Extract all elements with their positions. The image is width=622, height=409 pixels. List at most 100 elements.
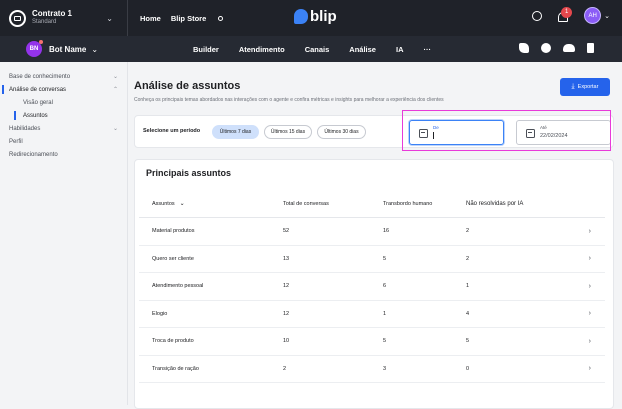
chevron-down-icon[interactable]: ⌄ bbox=[604, 12, 610, 20]
table-cell: 2 bbox=[466, 228, 470, 235]
tab-analise[interactable]: Análise bbox=[349, 45, 376, 54]
table-row[interactable]: Troca de produto 10 5 5 › bbox=[139, 328, 605, 356]
bot-nav: Builder Atendimento Canais Análise IA ··… bbox=[193, 36, 451, 62]
team-icon[interactable] bbox=[563, 44, 575, 52]
chevron-right-icon[interactable]: › bbox=[566, 228, 605, 235]
tab-builder[interactable]: Builder bbox=[193, 45, 219, 54]
table-cell: Troca de produto bbox=[152, 338, 194, 345]
table-cell: 2 bbox=[466, 255, 470, 262]
help-icon[interactable] bbox=[532, 10, 543, 21]
date-to-field[interactable]: Até 22/02/2024 bbox=[516, 120, 611, 145]
period-filter: Selecione um período Últimos 7 dias Últi… bbox=[134, 115, 614, 148]
table-row[interactable]: Transição de ração 2 3 0 › bbox=[139, 356, 605, 383]
bot-avatar[interactable]: BN bbox=[26, 40, 43, 57]
export-button[interactable]: ⤓ Exportar bbox=[560, 78, 610, 96]
page-description: Conheça os principais temas abordados na… bbox=[134, 97, 444, 103]
chevron-down-icon: ⌄ bbox=[106, 13, 113, 23]
main-content: Análise de assuntos Conheça os principai… bbox=[128, 62, 622, 409]
sidebar-item-label: Base de conhecimento bbox=[9, 73, 71, 80]
table-cell: Elogio bbox=[152, 310, 168, 317]
table-title: Principais assuntos bbox=[146, 168, 232, 178]
table-cell: 1 bbox=[466, 283, 470, 290]
table-cell: 0 bbox=[466, 365, 470, 372]
table-cell: Quero ser cliente bbox=[152, 255, 194, 262]
bot-bar: BN Bot Name ⌄ Builder Atendimento Canais… bbox=[0, 36, 622, 62]
date-to-label: Até bbox=[540, 125, 547, 130]
tab-canais[interactable]: Canais bbox=[305, 45, 330, 54]
sidebar-item-label: Perfil bbox=[9, 138, 23, 145]
table-cell: 52 bbox=[283, 228, 290, 235]
bot-name[interactable]: Bot Name bbox=[49, 45, 86, 54]
table-cell: 4 bbox=[466, 310, 470, 317]
tab-atendimento[interactable]: Atendimento bbox=[239, 45, 285, 54]
date-from-field[interactable]: De bbox=[409, 120, 504, 145]
calendar-icon bbox=[526, 129, 535, 138]
table-cell: 1 bbox=[383, 310, 387, 317]
user-avatar[interactable]: AH bbox=[584, 7, 602, 24]
table-body: Material produtos 52 16 2 › Quero ser cliente… bbox=[139, 218, 605, 383]
export-label: Exportar bbox=[577, 84, 599, 90]
header-label: Assuntos bbox=[152, 201, 175, 207]
header-assuntos[interactable]: Assuntos ⌄ bbox=[139, 200, 283, 207]
table-row[interactable]: Elogio 12 1 4 › bbox=[139, 301, 605, 328]
extensions-icon[interactable] bbox=[519, 43, 529, 53]
blip-logo[interactable]: blip bbox=[294, 8, 337, 25]
table-cell: 10 bbox=[283, 338, 290, 345]
period-label: Selecione um período bbox=[143, 128, 201, 134]
chevron-right-icon[interactable]: › bbox=[566, 283, 605, 290]
table-row[interactable]: Material produtos 52 16 2 › bbox=[139, 218, 605, 246]
contract-name: Contrato 1 bbox=[32, 9, 72, 18]
top-bar: Contrato 1 Standard ⌄ Home Blip Store bl… bbox=[0, 0, 622, 36]
table-cell: 5 bbox=[383, 255, 387, 262]
sidebar-item-label: Redirecionamento bbox=[9, 151, 58, 158]
notification-badge: 1 bbox=[561, 6, 573, 18]
contract-plan: Standard bbox=[32, 19, 57, 25]
text-cursor bbox=[433, 132, 434, 139]
contract-icon bbox=[9, 9, 26, 27]
brand-name: blip bbox=[310, 8, 337, 25]
sidebar-item-base-de-conhecimento[interactable]: Base de conhecimento ⌄ bbox=[0, 70, 127, 83]
header-nao-resolvidas: Não resolvidas por IA bbox=[466, 200, 524, 207]
table-cell: 13 bbox=[283, 255, 290, 262]
table-cell: 12 bbox=[283, 283, 290, 290]
chevron-right-icon[interactable]: › bbox=[566, 255, 605, 262]
sidebar-item-perfil[interactable]: Perfil bbox=[0, 135, 127, 148]
chevron-down-icon[interactable]: ⌄ bbox=[91, 45, 98, 54]
chip-7-days[interactable]: Últimos 7 dias bbox=[212, 125, 259, 139]
table-cell: 5 bbox=[466, 338, 470, 345]
sidebar-item-assuntos[interactable]: Assuntos bbox=[0, 109, 127, 122]
header-total: Total de conversas bbox=[283, 200, 329, 207]
table-cell: 2 bbox=[283, 365, 287, 372]
trash-icon[interactable] bbox=[587, 43, 594, 53]
topics-table: Assuntos ⌄ Total de conversas Transbordo … bbox=[139, 190, 605, 383]
chevron-right-icon[interactable]: › bbox=[566, 338, 605, 345]
nav-blip-store[interactable]: Blip Store bbox=[171, 14, 224, 23]
tab-ia[interactable]: IA bbox=[396, 45, 404, 54]
table-row[interactable]: Quero ser cliente 13 5 2 › bbox=[139, 246, 605, 273]
sidebar-item-label: Análise de conversas bbox=[9, 86, 67, 93]
calendar-icon bbox=[419, 129, 428, 138]
date-from-label: De bbox=[433, 125, 439, 130]
chevron-down-icon: ⌄ bbox=[112, 74, 118, 80]
sidebar: Base de conhecimento ⌄ Análise de conver… bbox=[0, 62, 128, 405]
chevron-right-icon[interactable]: › bbox=[566, 365, 605, 372]
sidebar-item-visao-geral[interactable]: Visão geral bbox=[0, 96, 127, 109]
more-menu-button[interactable]: ··· bbox=[423, 45, 431, 54]
chip-15-days[interactable]: Últimos 15 dias bbox=[264, 125, 312, 139]
chip-30-days[interactable]: Últimos 30 dias bbox=[317, 125, 366, 139]
chevron-down-icon: ⌄ bbox=[112, 126, 118, 132]
notifications-button[interactable]: 1 bbox=[556, 6, 573, 23]
sidebar-item-redirecionamento[interactable]: Redirecionamento bbox=[0, 148, 127, 161]
sidebar-item-analise-de-conversas[interactable]: Análise de conversas ⌃ bbox=[0, 83, 127, 96]
gear-icon[interactable] bbox=[541, 43, 551, 53]
chevron-up-icon: ⌃ bbox=[112, 87, 118, 93]
contract-selector[interactable]: Contrato 1 Standard ⌄ bbox=[0, 0, 128, 36]
top-nav: Home Blip Store bbox=[140, 14, 233, 23]
chevron-right-icon[interactable]: › bbox=[566, 310, 605, 317]
nav-home[interactable]: Home bbox=[140, 14, 161, 23]
sidebar-item-label: Assuntos bbox=[23, 112, 48, 119]
sidebar-item-habilidades[interactable]: Habilidades ⌄ bbox=[0, 122, 127, 135]
table-cell: Transição de ração bbox=[152, 365, 199, 372]
page-title: Análise de assuntos bbox=[134, 80, 241, 92]
table-row[interactable]: Atendimento pessoal 12 6 1 › bbox=[139, 273, 605, 301]
